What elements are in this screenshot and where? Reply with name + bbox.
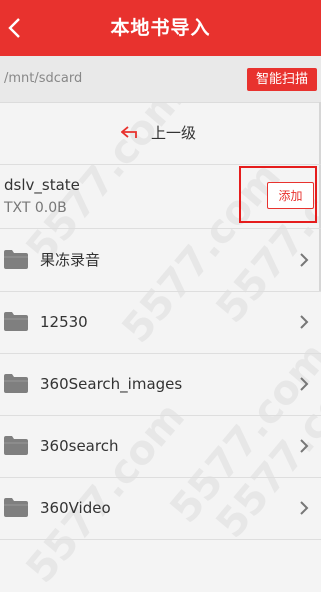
chevron-right-icon (300, 377, 309, 391)
folder-row[interactable]: 360Search_images (0, 353, 321, 416)
chevron-right-icon (300, 315, 309, 329)
folder-icon (4, 312, 28, 331)
current-path: /mnt/sdcard (4, 71, 83, 86)
folder-row[interactable]: 360Video (0, 477, 321, 540)
smart-scan-button[interactable]: 智能扫描 (247, 68, 317, 91)
folder-row[interactable]: 12530 (0, 291, 321, 354)
folder-label: 果冻录音 (40, 251, 101, 269)
folder-icon (4, 374, 28, 393)
folder-icon (4, 250, 28, 269)
return-arrow-icon (121, 126, 137, 138)
parent-directory-label: 上一级 (151, 124, 197, 142)
file-name: dslv_state (4, 176, 80, 194)
folder-label: 360search (40, 437, 119, 455)
folder-row[interactable]: 360search (0, 415, 321, 478)
chevron-right-icon (300, 439, 309, 453)
file-meta: TXT 0.0B (4, 200, 67, 216)
folder-label: 360Video (40, 499, 111, 517)
smart-scan-label: 智能扫描 (255, 72, 308, 87)
chevron-right-icon (300, 253, 309, 267)
app-header: 本地书导入 (0, 0, 321, 56)
parent-directory-row[interactable]: 上一级 (0, 102, 321, 165)
folder-label: 360Search_images (40, 375, 183, 393)
folder-icon (4, 436, 28, 455)
folder-row[interactable]: 果冻录音 (0, 229, 321, 292)
add-button[interactable]: 添加 (267, 182, 314, 209)
chevron-right-icon (300, 501, 309, 515)
page-title: 本地书导入 (110, 17, 211, 39)
folder-label: 12530 (40, 313, 88, 331)
folder-icon (4, 498, 28, 517)
